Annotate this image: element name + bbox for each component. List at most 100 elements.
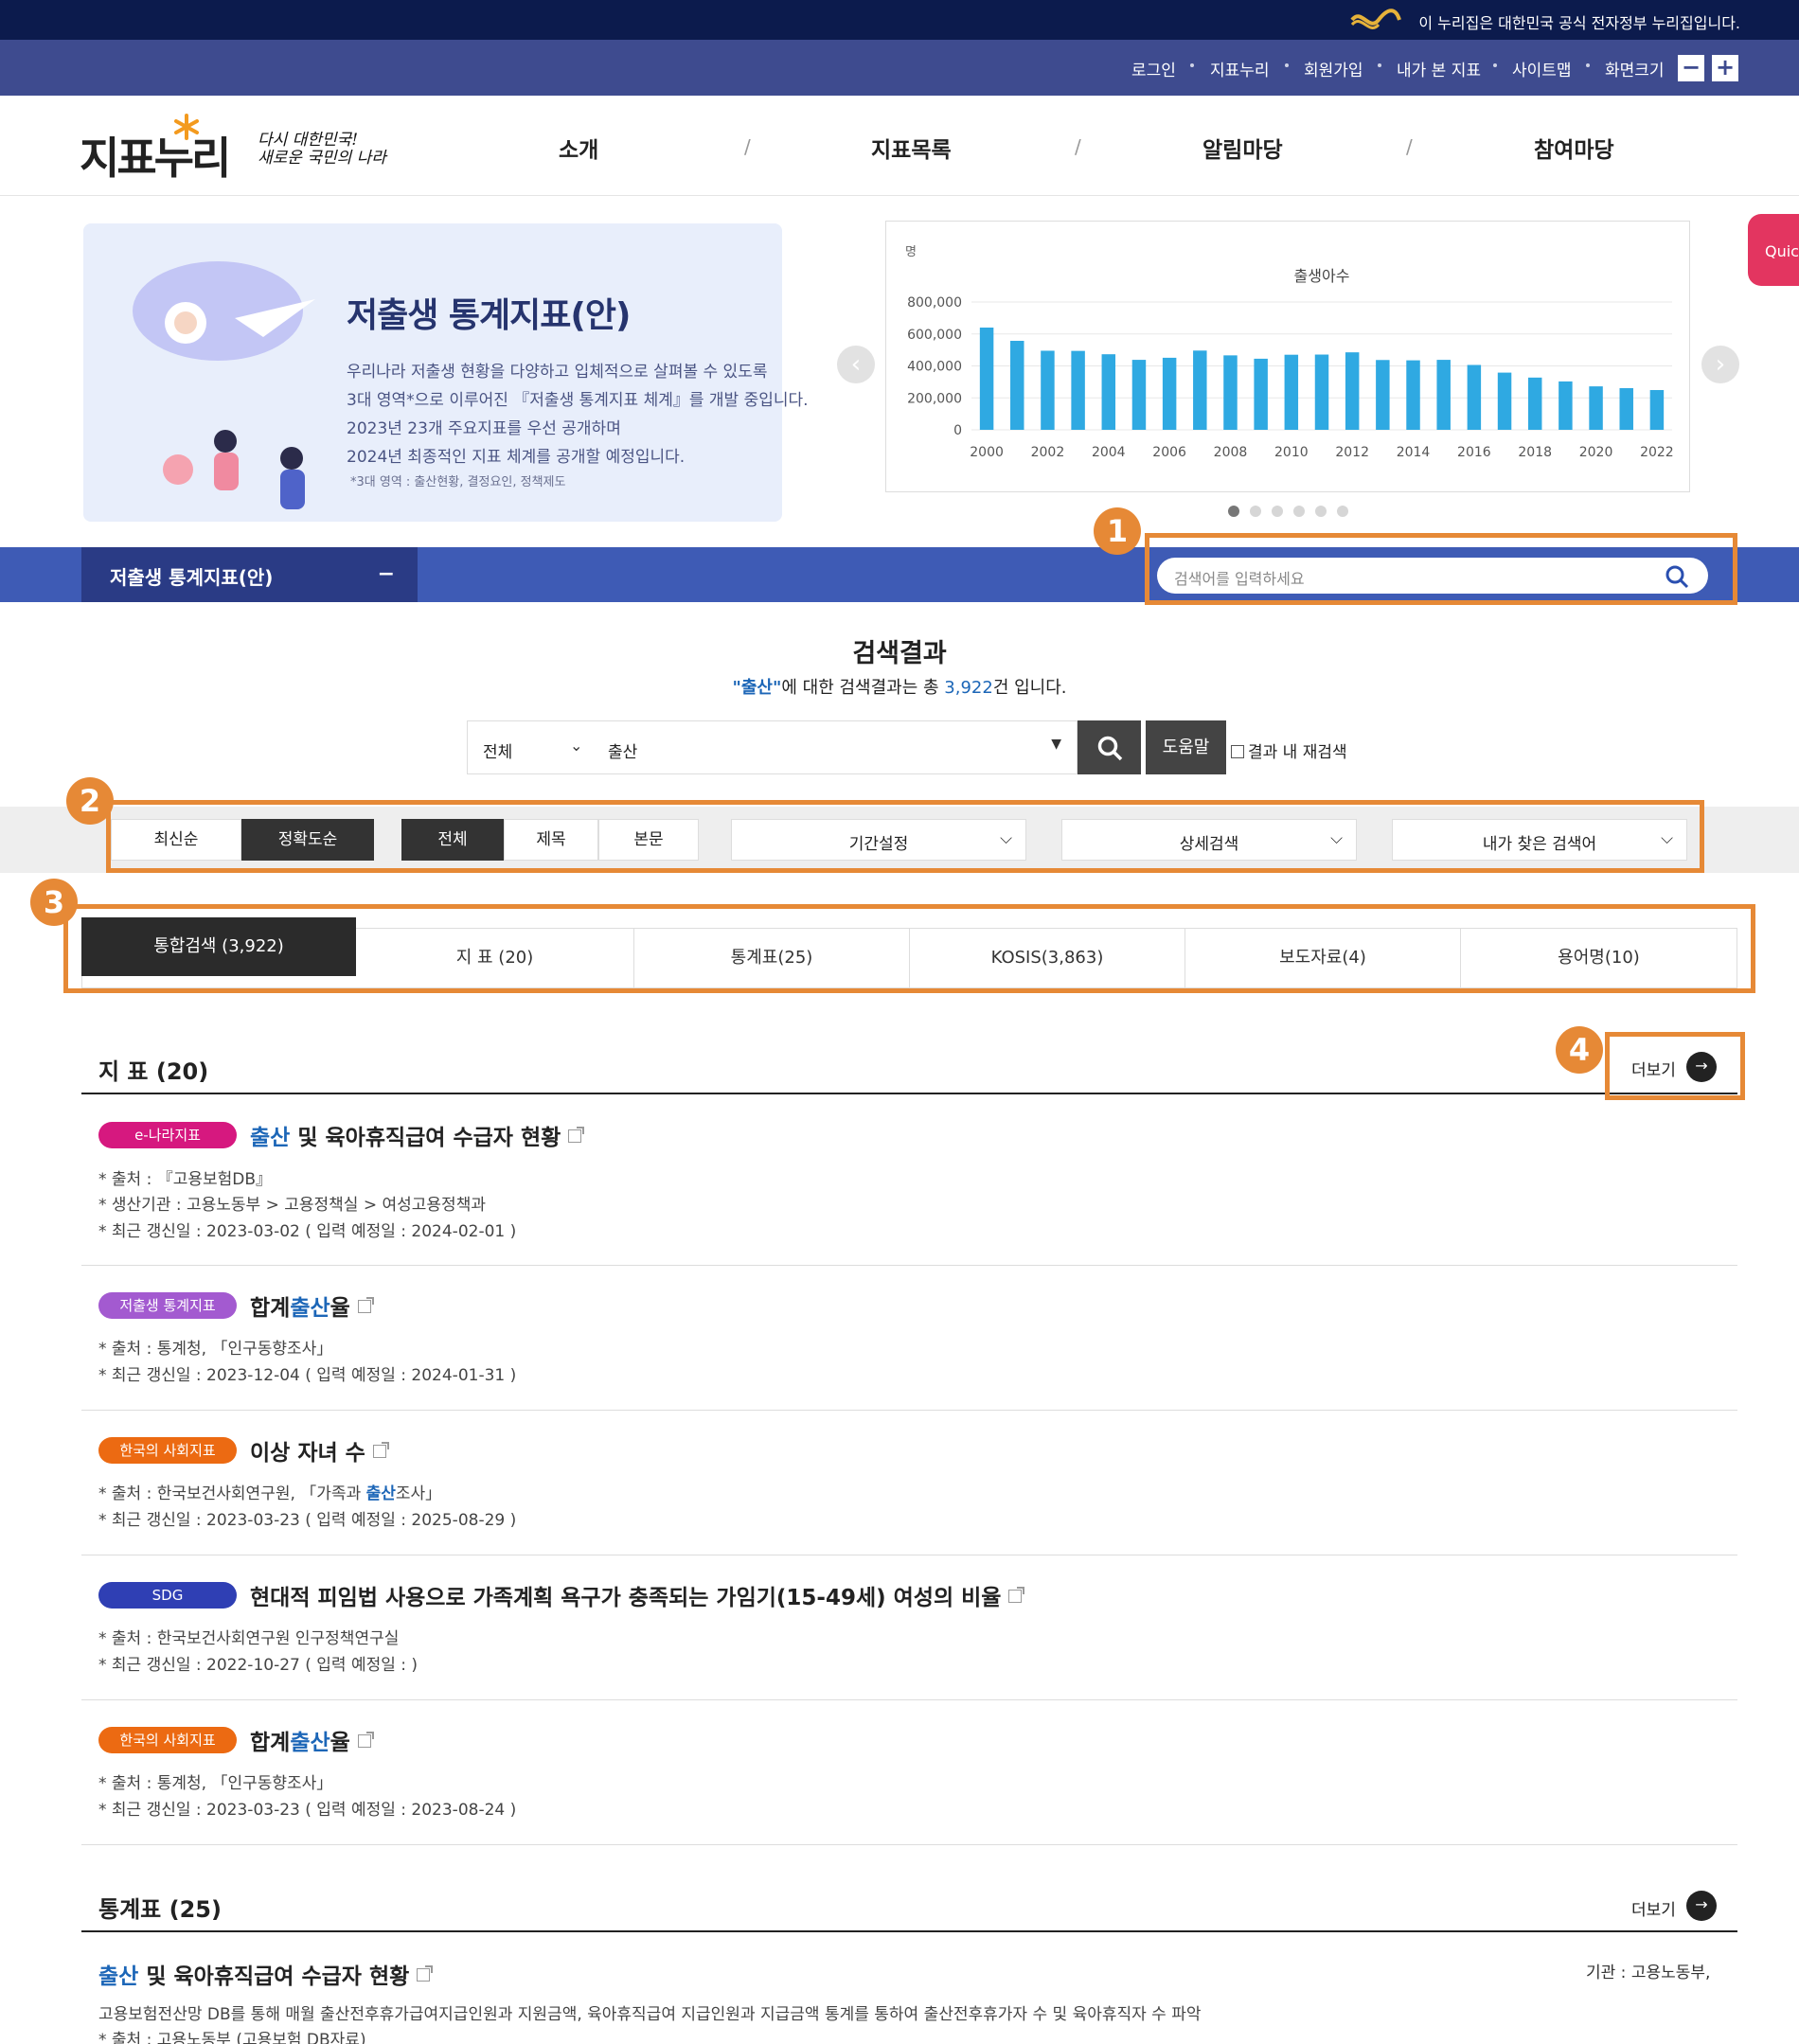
title-rest: 및 육아휴직급여 수급자 현황 [138, 1964, 410, 1989]
site-logo[interactable]: 지표누리 [80, 114, 231, 187]
meta-line: * 출처 : 『고용보험DB』 [98, 1170, 273, 1189]
chart-x-tick: 2002 [1031, 445, 1065, 460]
indicator-title-link[interactable]: 출산 및 육아휴직급여 수급자 현황 [250, 1119, 585, 1151]
title-highlight: 출산 [290, 1296, 330, 1321]
carousel-dot[interactable] [1250, 506, 1261, 517]
menu-divider: / [1406, 135, 1413, 158]
sidebar-tab[interactable]: 저출생 통계지표(안) − [81, 547, 418, 602]
indicator-title-link[interactable]: 합계출산율 [250, 1289, 374, 1322]
carousel-prev-button[interactable]: ‹ [837, 346, 875, 383]
chart-bar [1254, 358, 1268, 430]
signup-link[interactable]: 회원가입 [1304, 57, 1363, 80]
collapse-icon[interactable]: − [378, 562, 395, 586]
chevron-down-icon: ⌄ [570, 737, 583, 755]
table-title-link[interactable]: 출산 및 육아휴직급여 수급자 현황 [98, 1958, 434, 1990]
login-link[interactable]: 로그인 [1131, 57, 1176, 80]
chart-y-tick: 0 [953, 423, 962, 438]
result-count: 3,922 [944, 678, 993, 698]
viewed-indicators-link[interactable]: 내가 본 지표 [1397, 57, 1481, 80]
banner-note: *3대 영역 : 출산현황, 결정요인, 정책제도 [350, 475, 566, 489]
chart-bar [1649, 389, 1665, 430]
indicator-title-link[interactable]: 이상 자녀 수 [250, 1434, 389, 1466]
callout-badge-2: 2 [66, 777, 114, 825]
result-title: 검색결과 [852, 639, 947, 668]
zoom-out-button[interactable]: − [1678, 55, 1704, 81]
callout-badge-1: 1 [1094, 507, 1141, 555]
separator-dot [1285, 63, 1289, 67]
query-input[interactable]: 출산 [608, 738, 637, 762]
carousel-next-button[interactable]: › [1701, 346, 1739, 383]
indicator-title-link[interactable]: 합계출산율 [250, 1724, 374, 1756]
chart-y-unit: 명 [905, 245, 917, 259]
chart-title: 출생아수 [1294, 267, 1350, 285]
quick-menu-button[interactable]: Quick [1748, 214, 1799, 286]
screen-size-label: 화면크기 [1605, 62, 1665, 80]
indicator-section-title: 지 표 (20) [98, 1058, 209, 1085]
callout-box-2 [106, 800, 1704, 873]
menu-indicator-list[interactable]: 지표목록 [871, 132, 952, 164]
callout-badge-4: 4 [1556, 1026, 1603, 1074]
research-checkbox[interactable] [1231, 745, 1244, 758]
menu-intro[interactable]: 소개 [559, 132, 598, 164]
separator-dot [1190, 63, 1194, 67]
title-rest: 율 [330, 1296, 350, 1321]
banner-line-3: 2023년 23개 주요지표를 우선 공개하며 [347, 419, 621, 438]
sitemap-link[interactable]: 사이트맵 [1512, 57, 1572, 80]
chart-bar [1071, 350, 1085, 430]
menu-divider: / [744, 135, 751, 158]
title-highlight: 출산 [250, 1126, 291, 1150]
chart-x-tick: 2004 [1092, 445, 1126, 460]
zoom-in-button[interactable]: + [1712, 55, 1738, 81]
result-tail: 건 입니다. [992, 678, 1067, 698]
result-keyword: "출산" [732, 678, 782, 698]
carousel-dot[interactable] [1337, 506, 1348, 517]
menu-divider: / [1075, 135, 1081, 158]
chart-bar [1162, 357, 1177, 430]
carousel-dot[interactable] [1228, 506, 1239, 517]
source-tag: 저출생 통계지표 [98, 1292, 237, 1319]
chart-bar [1010, 341, 1024, 430]
arrow-right-icon[interactable]: → [1686, 1891, 1717, 1921]
logo-star-icon [174, 114, 199, 140]
result-mid: 에 대한 검색결과는 총 [781, 678, 945, 698]
menu-notice[interactable]: 알림마당 [1202, 132, 1283, 164]
carousel-dot[interactable] [1293, 506, 1305, 517]
utility-bar: 로그인 지표누리 회원가입 내가 본 지표 사이트맵 화면크기 − + [0, 40, 1799, 96]
chart-bar [1589, 386, 1603, 430]
chart-x-tick: 2008 [1214, 445, 1248, 460]
source-tag: 한국의 사회지표 [98, 1727, 237, 1753]
research-in-results[interactable]: 결과 내 재검색 [1231, 738, 1347, 762]
table-description: 고용보험전산망 DB를 통해 매월 출산전후휴가급여지급인원과 지원금액, 육아… [98, 2005, 1202, 2024]
carousel-dot[interactable] [1272, 506, 1283, 517]
result-summary: "출산"에 대한 검색결과는 총 3,922건 입니다. [0, 674, 1799, 699]
external-link-icon [357, 1732, 374, 1748]
external-link-icon [417, 1965, 434, 1982]
separator-dot [1493, 63, 1497, 67]
chart-bar [1467, 364, 1482, 430]
chart-x-tick: 2016 [1457, 445, 1491, 460]
table-more-label[interactable]: 더보기 [1631, 1896, 1676, 1920]
title-rest: 율 [330, 1731, 350, 1755]
search-button[interactable] [1078, 720, 1141, 774]
chart-bar [1406, 360, 1420, 430]
separator-dot [1378, 63, 1381, 67]
table-section-title: 통계표 (25) [98, 1896, 222, 1923]
chart-bar [1193, 350, 1207, 430]
menu-participation[interactable]: 참여마당 [1534, 132, 1614, 164]
help-button[interactable]: 도움말 [1146, 720, 1226, 774]
caret-down-icon[interactable]: ▼ [1051, 737, 1061, 752]
banner-line-2: 3대 영역*으로 이루어진 『저출생 통계지표 체계』를 개발 중입니다. [347, 391, 809, 410]
scope-select[interactable]: 전체 [483, 738, 512, 762]
chart-x-tick: 2012 [1335, 445, 1369, 460]
indicator-title-link[interactable]: 현대적 피임법 사용으로 가족계획 욕구가 충족되는 가임기(15-49세) 여… [250, 1579, 1025, 1611]
low-birth-banner[interactable]: 저출생 통계지표(안) 우리나라 저출생 현황을 다양하고 입체적으로 살펴볼 … [83, 223, 809, 522]
jipyonuri-link[interactable]: 지표누리 [1210, 57, 1270, 80]
banner-title: 저출생 통계지표(안) [347, 296, 631, 335]
carousel-dot[interactable] [1315, 506, 1327, 517]
meta-line: * 최근 갱신일 : 2023-03-23 ( 입력 예정일 : 2023-08… [98, 1801, 517, 1820]
sidebar-tab-label: 저출생 통계지표(안) [110, 566, 274, 589]
search-icon [1097, 736, 1122, 761]
source-tag: 한국의 사회지표 [98, 1437, 237, 1464]
chart-bar [1131, 360, 1147, 430]
title-rest: 이상 자녀 수 [250, 1441, 365, 1466]
